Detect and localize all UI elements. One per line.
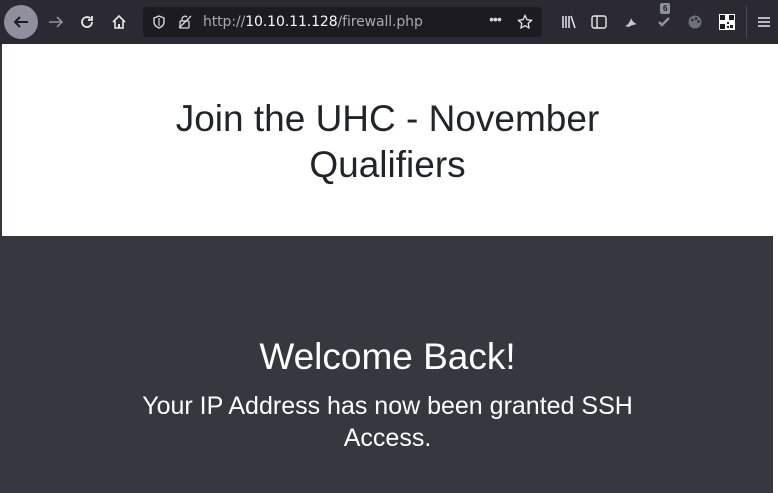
- home-icon: [112, 14, 126, 29]
- extension-button-1[interactable]: [615, 6, 647, 38]
- forward-arrow-icon: [49, 16, 64, 28]
- home-button[interactable]: [103, 6, 135, 38]
- hero-title: Join the UHC - November Qualifiers: [2, 96, 773, 188]
- shield-icon[interactable]: [151, 14, 167, 30]
- welcome-heading: Welcome Back!: [259, 336, 516, 377]
- sidebar-icon: [591, 15, 607, 29]
- page-scrollbar[interactable]: [773, 44, 778, 493]
- app-menu-button[interactable]: [750, 6, 778, 38]
- url-scheme: http://: [203, 14, 246, 30]
- extension-button-4[interactable]: [711, 6, 743, 38]
- hero-title-line-2: Qualifiers: [309, 144, 466, 185]
- library-button[interactable]: [554, 6, 586, 38]
- access-message-line-2: Access.: [343, 424, 432, 452]
- browser-toolbar: http://10.10.11.128/firewall.php ••• 6: [0, 0, 778, 45]
- insecure-lock-icon[interactable]: [177, 14, 193, 30]
- toolbar-separator: [746, 6, 747, 38]
- reload-icon: [81, 16, 93, 28]
- back-button[interactable]: [4, 5, 38, 39]
- address-bar[interactable]: http://10.10.11.128/firewall.php •••: [143, 7, 542, 37]
- main-section: Welcome Back! Your IP Address has now be…: [2, 236, 773, 493]
- hamburger-menu-icon: [758, 17, 770, 27]
- access-message: Your IP Address has now been granted SSH…: [92, 390, 683, 454]
- devtools-extension-icon: [658, 17, 670, 27]
- hero-title-line-1: Join the UHC - November: [175, 98, 600, 139]
- extension-badge: 6: [660, 3, 671, 14]
- qr-code-icon: [719, 14, 735, 30]
- hero-section: Join the UHC - November Qualifiers: [2, 44, 773, 236]
- extension-button-2[interactable]: 6: [648, 3, 680, 38]
- forward-button[interactable]: [40, 6, 72, 38]
- url-host: 10.10.11.128: [245, 14, 338, 30]
- url-text[interactable]: http://10.10.11.128/firewall.php: [203, 14, 423, 30]
- bookmark-star-icon[interactable]: [517, 14, 533, 30]
- url-path: /firewall.php: [337, 14, 423, 30]
- sidebar-button[interactable]: [583, 6, 615, 38]
- palette-extension-icon: [688, 15, 702, 29]
- library-icon: [562, 15, 576, 29]
- back-arrow-icon: [13, 16, 28, 28]
- dragon-extension-icon: [625, 18, 637, 27]
- reload-button[interactable]: [71, 6, 103, 38]
- extension-button-3[interactable]: [679, 6, 711, 38]
- page-actions-menu-icon[interactable]: •••: [487, 11, 503, 27]
- access-message-line-1: Your IP Address has now been granted SSH: [142, 392, 633, 420]
